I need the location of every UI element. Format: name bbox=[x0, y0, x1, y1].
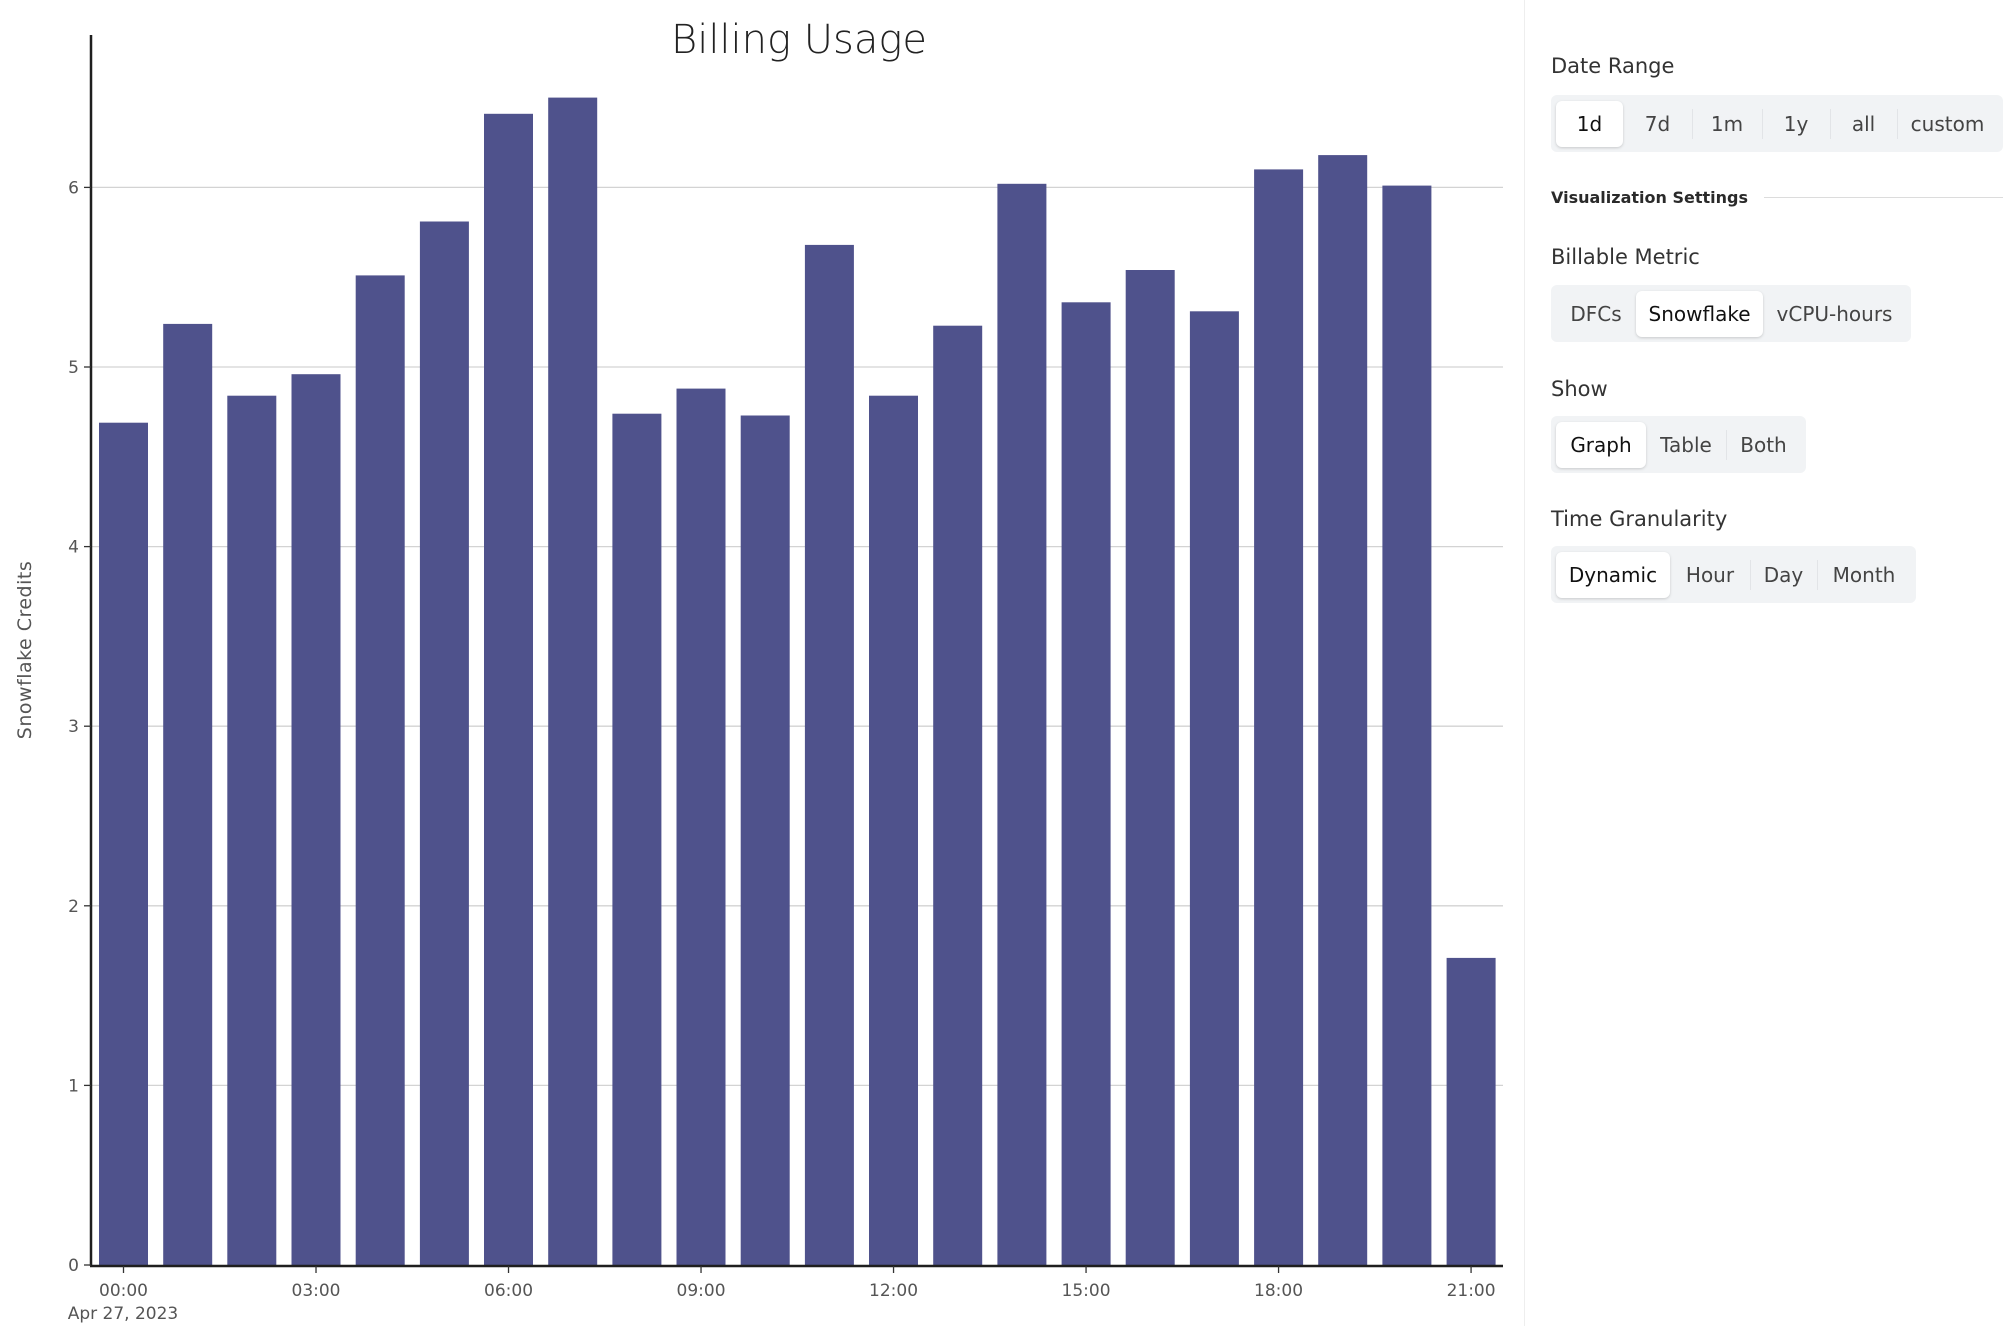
bar-0500 bbox=[419, 221, 469, 1265]
y-tick-label-5: 5 bbox=[68, 358, 79, 378]
granularity-option-dynamic[interactable]: Dynamic bbox=[1556, 551, 1670, 598]
x-tick-label-1800: 18:00 bbox=[1254, 1281, 1303, 1301]
bar-0700 bbox=[548, 97, 598, 1266]
y-axis-title: Snowflake Credits bbox=[14, 561, 36, 739]
show-segmented-control: Graph Table Both bbox=[1551, 416, 1806, 473]
bar-0900 bbox=[676, 388, 726, 1266]
show-option-graph[interactable]: Graph bbox=[1556, 421, 1646, 468]
granularity-option-hour[interactable]: Hour bbox=[1670, 552, 1750, 598]
settings-sidebar: Date Range 1d 7d 1m 1y all custom Visual… bbox=[1524, 0, 2012, 1326]
bar-1400 bbox=[997, 183, 1047, 1265]
date-range-option-custom[interactable]: custom bbox=[1897, 101, 1998, 147]
bar-1700 bbox=[1189, 311, 1239, 1265]
billable-metric-label: Billable Metric bbox=[1551, 245, 1700, 269]
bar-1000 bbox=[740, 415, 790, 1265]
bar-0000 bbox=[99, 422, 148, 1265]
bar-1900 bbox=[1318, 155, 1368, 1266]
bar-chart-svg: 0 1 2 3 4 5 6 00:00 03:00 06:00 09:00 12:00 15:00 18… bbox=[14, 17, 1503, 1324]
x-ticks: 00:00 03:00 06:00 09:00 12:00 15:00 18:00 21:00 bbox=[99, 1266, 1496, 1301]
heading-divider bbox=[1763, 197, 2003, 198]
date-range-option-1m[interactable]: 1m bbox=[1692, 101, 1762, 147]
y-tick-label-1: 1 bbox=[68, 1076, 79, 1096]
show-option-both[interactable]: Both bbox=[1726, 422, 1801, 468]
bar-0400 bbox=[355, 275, 405, 1265]
bar-0200 bbox=[227, 395, 277, 1265]
granularity-option-day[interactable]: Day bbox=[1750, 552, 1817, 598]
bars bbox=[99, 97, 1496, 1266]
y-tick-label-6: 6 bbox=[68, 178, 79, 198]
billable-metric-segmented-control: DFCs Snowflake vCPU-hours bbox=[1551, 285, 1911, 342]
bar-2100 bbox=[1446, 957, 1496, 1265]
bar-0300 bbox=[291, 374, 341, 1265]
x-tick-label-0000: 00:00 bbox=[99, 1281, 148, 1301]
visualization-settings-heading: Visualization Settings bbox=[1551, 188, 2003, 207]
y-tick-label-3: 3 bbox=[68, 717, 79, 737]
billing-usage-chart: 0 1 2 3 4 5 6 00:00 03:00 06:00 09:00 12:00 15:00 18… bbox=[0, 0, 1524, 1326]
x-axis-date-label: Apr 27, 2023 bbox=[68, 1304, 179, 1324]
x-tick-label-1500: 15:00 bbox=[1062, 1281, 1111, 1301]
granularity-option-month[interactable]: Month bbox=[1817, 552, 1911, 598]
date-range-label: Date Range bbox=[1551, 54, 1675, 78]
show-option-table[interactable]: Table bbox=[1646, 422, 1726, 468]
y-ticks: 0 1 2 3 4 5 6 bbox=[68, 178, 91, 1276]
y-tick-label-4: 4 bbox=[68, 538, 79, 558]
date-range-option-all[interactable]: all bbox=[1830, 101, 1897, 147]
time-granularity-segmented-control: Dynamic Hour Day Month bbox=[1551, 546, 1916, 603]
metric-option-vcpu-hours[interactable]: vCPU-hours bbox=[1763, 291, 1906, 337]
visualization-settings-label: Visualization Settings bbox=[1551, 188, 1748, 207]
date-range-segmented-control: 1d 7d 1m 1y all custom bbox=[1551, 95, 2003, 152]
bar-1600 bbox=[1125, 270, 1175, 1265]
date-range-option-1y[interactable]: 1y bbox=[1762, 101, 1830, 147]
bar-1300 bbox=[933, 325, 983, 1265]
show-label: Show bbox=[1551, 377, 1608, 401]
metric-option-snowflake[interactable]: Snowflake bbox=[1636, 290, 1763, 337]
bar-1100 bbox=[804, 244, 854, 1265]
bar-1800 bbox=[1254, 169, 1304, 1265]
bar-0800 bbox=[612, 413, 662, 1265]
x-tick-label-0300: 03:00 bbox=[292, 1281, 341, 1301]
y-tick-label-0: 0 bbox=[68, 1256, 79, 1276]
bar-0600 bbox=[484, 113, 533, 1265]
bar-2000 bbox=[1382, 185, 1432, 1266]
y-tick-label-2: 2 bbox=[68, 897, 79, 917]
bar-0100 bbox=[163, 323, 213, 1265]
bar-1500 bbox=[1061, 302, 1111, 1265]
x-tick-label-2100: 21:00 bbox=[1447, 1281, 1496, 1301]
metric-option-dfcs[interactable]: DFCs bbox=[1556, 291, 1636, 337]
bar-1200 bbox=[869, 395, 918, 1265]
chart-title: Billing Usage bbox=[671, 17, 927, 63]
x-tick-label-1200: 12:00 bbox=[869, 1281, 918, 1301]
date-range-option-1d[interactable]: 1d bbox=[1556, 100, 1623, 147]
x-tick-label-0600: 06:00 bbox=[484, 1281, 533, 1301]
time-granularity-label: Time Granularity bbox=[1551, 507, 1728, 531]
date-range-option-7d[interactable]: 7d bbox=[1623, 101, 1692, 147]
x-tick-label-0900: 09:00 bbox=[677, 1281, 726, 1301]
